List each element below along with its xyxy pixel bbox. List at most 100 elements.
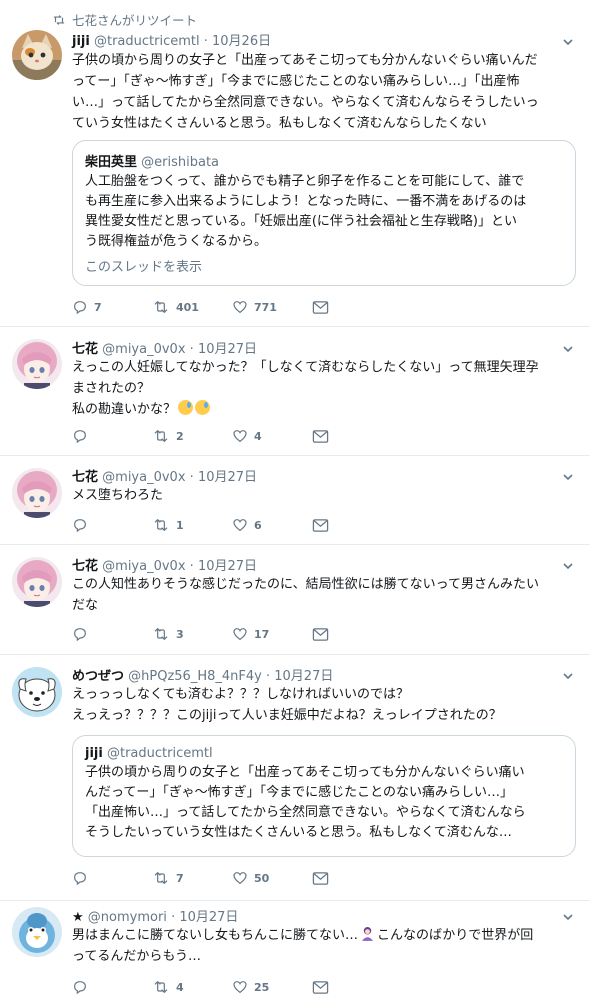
user-handle[interactable]: @miya_0v0x [102, 342, 185, 357]
quoted-tweet[interactable]: 柴田英里 @erishibata 人工胎盤をつくって、誰からでも精子と卵子を作る… [72, 140, 576, 286]
display-name[interactable]: ★ [72, 910, 84, 925]
tweet-6[interactable]: ★ @nomymori · 10月27日 男はまんこに勝てないし女もちんこに勝て… [0, 901, 590, 1006]
user-handle[interactable]: @hPQz56_H8_4nF4y [128, 669, 262, 684]
user-handle[interactable]: @nomymori [88, 910, 167, 925]
retweet-icon [154, 628, 168, 640]
retweet-button[interactable]: 2 [152, 428, 232, 444]
tweet-header: 七花 @miya_0v0x · 10月27日 [72, 470, 258, 485]
tweet-text: えっこの人妊娠してなかった？「しなくて済むならしたくない」って無理矢理孕 まされ… [72, 360, 539, 417]
like-button[interactable]: 4 [232, 428, 312, 444]
retweet-icon [154, 872, 168, 884]
tweet-actions: 3 17 [72, 624, 329, 644]
avatar[interactable] [12, 30, 62, 80]
avatar[interactable] [12, 468, 62, 518]
like-button[interactable]: 50 [232, 870, 312, 886]
tweet-2[interactable]: 七花 @miya_0v0x · 10月27日 えっこの人妊娠してなかった？「しな… [0, 327, 590, 456]
direct-message-button[interactable] [312, 429, 329, 444]
direct-message-button[interactable] [312, 518, 329, 533]
retweet-icon [154, 301, 168, 313]
retweet-count: 4 [176, 980, 184, 994]
avatar[interactable] [12, 667, 62, 717]
like-button[interactable]: 17 [232, 626, 312, 642]
reply-icon [74, 981, 86, 995]
display-name[interactable]: 七花 [72, 470, 98, 485]
chevron-down-icon[interactable] [562, 911, 574, 923]
envelope-icon [312, 627, 329, 641]
reply-icon [74, 301, 86, 315]
quoted-user-handle: @traductricemtl [106, 746, 213, 761]
direct-message-button[interactable] [312, 300, 329, 315]
user-handle[interactable]: @miya_0v0x [102, 559, 185, 574]
retweet-icon [154, 981, 168, 993]
like-count: 4 [254, 429, 262, 443]
user-handle[interactable]: @traductricemtl [94, 34, 200, 49]
direct-message-button[interactable] [312, 980, 329, 995]
tweet-date[interactable]: 10月27日 [179, 910, 238, 925]
avatar[interactable] [12, 339, 62, 389]
chevron-down-icon[interactable] [562, 36, 574, 48]
display-name[interactable]: 七花 [72, 342, 98, 357]
heart-icon [233, 981, 247, 994]
like-count: 771 [254, 300, 277, 314]
quoted-tweet[interactable]: jiji @traductricemtl 子供の頃から周りの女子と「出産ってあそ… [72, 735, 576, 857]
quoted-tweet-header: 柴田英里 @erishibata [85, 151, 563, 170]
chevron-down-icon[interactable] [562, 343, 574, 355]
like-count: 6 [254, 518, 262, 532]
reply-button[interactable] [72, 979, 152, 995]
envelope-icon [312, 980, 329, 994]
display-name[interactable]: jiji [72, 34, 90, 49]
like-button[interactable]: 6 [232, 517, 312, 533]
direct-message-button[interactable] [312, 627, 329, 642]
reply-button[interactable] [72, 517, 152, 533]
tweet-date[interactable]: 10月27日 [198, 342, 257, 357]
like-button[interactable]: 771 [232, 299, 312, 315]
tweet-date[interactable]: 10月27日 [198, 559, 257, 574]
reply-icon [74, 430, 86, 444]
sweat-smile-emoji-icon [178, 400, 194, 415]
envelope-icon [312, 429, 329, 443]
tweet-1[interactable]: 七花さんがリツイート jiji @traductricemtl · 10月26日… [0, 0, 590, 327]
anime-girl-avatar-image [12, 468, 62, 518]
chevron-down-icon[interactable] [562, 560, 574, 572]
reply-button[interactable]: 7 [72, 299, 152, 315]
chevron-down-icon[interactable] [562, 670, 574, 682]
tweet-actions: 1 6 [72, 515, 329, 535]
tweet-date[interactable]: 10月27日 [274, 669, 333, 684]
tweet-header: 七花 @miya_0v0x · 10月27日 [72, 559, 258, 574]
display-name[interactable]: 七花 [72, 559, 98, 574]
avatar[interactable] [12, 557, 62, 607]
tweet-date[interactable]: 10月26日 [212, 34, 271, 49]
retweet-count: 2 [176, 429, 184, 443]
tweet-header: 七花 @miya_0v0x · 10月27日 [72, 342, 258, 357]
retweet-button[interactable]: 1 [152, 517, 232, 533]
retweet-button[interactable]: 3 [152, 626, 232, 642]
retweet-button[interactable]: 4 [152, 979, 232, 995]
retweet-count: 3 [176, 627, 184, 641]
direct-message-button[interactable] [312, 871, 329, 886]
user-handle[interactable]: @miya_0v0x [102, 470, 185, 485]
retweet-count: 401 [176, 300, 199, 314]
retweet-button[interactable]: 401 [152, 299, 232, 315]
quoted-tweet-header: jiji @traductricemtl [85, 746, 563, 761]
retweet-count: 1 [176, 518, 184, 532]
sweat-smile-emoji-icon [195, 400, 211, 415]
retweet-icon [154, 430, 168, 442]
show-thread-link[interactable]: このスレッドを表示 [85, 256, 563, 275]
tweet-actions: 2 4 [72, 426, 329, 446]
tweet-text: メス堕ちわろた [72, 488, 164, 503]
tweet-text: 子供の頃から周りの女子と「出産ってあそこ切っても分かんないぐらい痛いんだ ってー… [72, 53, 539, 131]
tweet-date[interactable]: 10月27日 [198, 470, 257, 485]
tweet-3[interactable]: 七花 @miya_0v0x · 10月27日 メス堕ちわろた 1 6 [0, 456, 590, 545]
like-button[interactable]: 25 [232, 979, 312, 995]
avatar[interactable] [12, 907, 62, 957]
reply-button[interactable] [72, 626, 152, 642]
retweet-button[interactable]: 7 [152, 870, 232, 886]
heart-icon [233, 301, 247, 314]
display-name[interactable]: めつぜつ [72, 669, 124, 684]
reply-button[interactable] [72, 428, 152, 444]
tweet-4[interactable]: 七花 @miya_0v0x · 10月27日 この人知性ありそうな感じだったのに… [0, 545, 590, 655]
heart-icon [233, 872, 247, 885]
reply-button[interactable] [72, 870, 152, 886]
chevron-down-icon[interactable] [562, 471, 574, 483]
tweet-5[interactable]: めつぜつ @hPQz56_H8_4nF4y · 10月27日 えっっっしなくても… [0, 655, 590, 901]
